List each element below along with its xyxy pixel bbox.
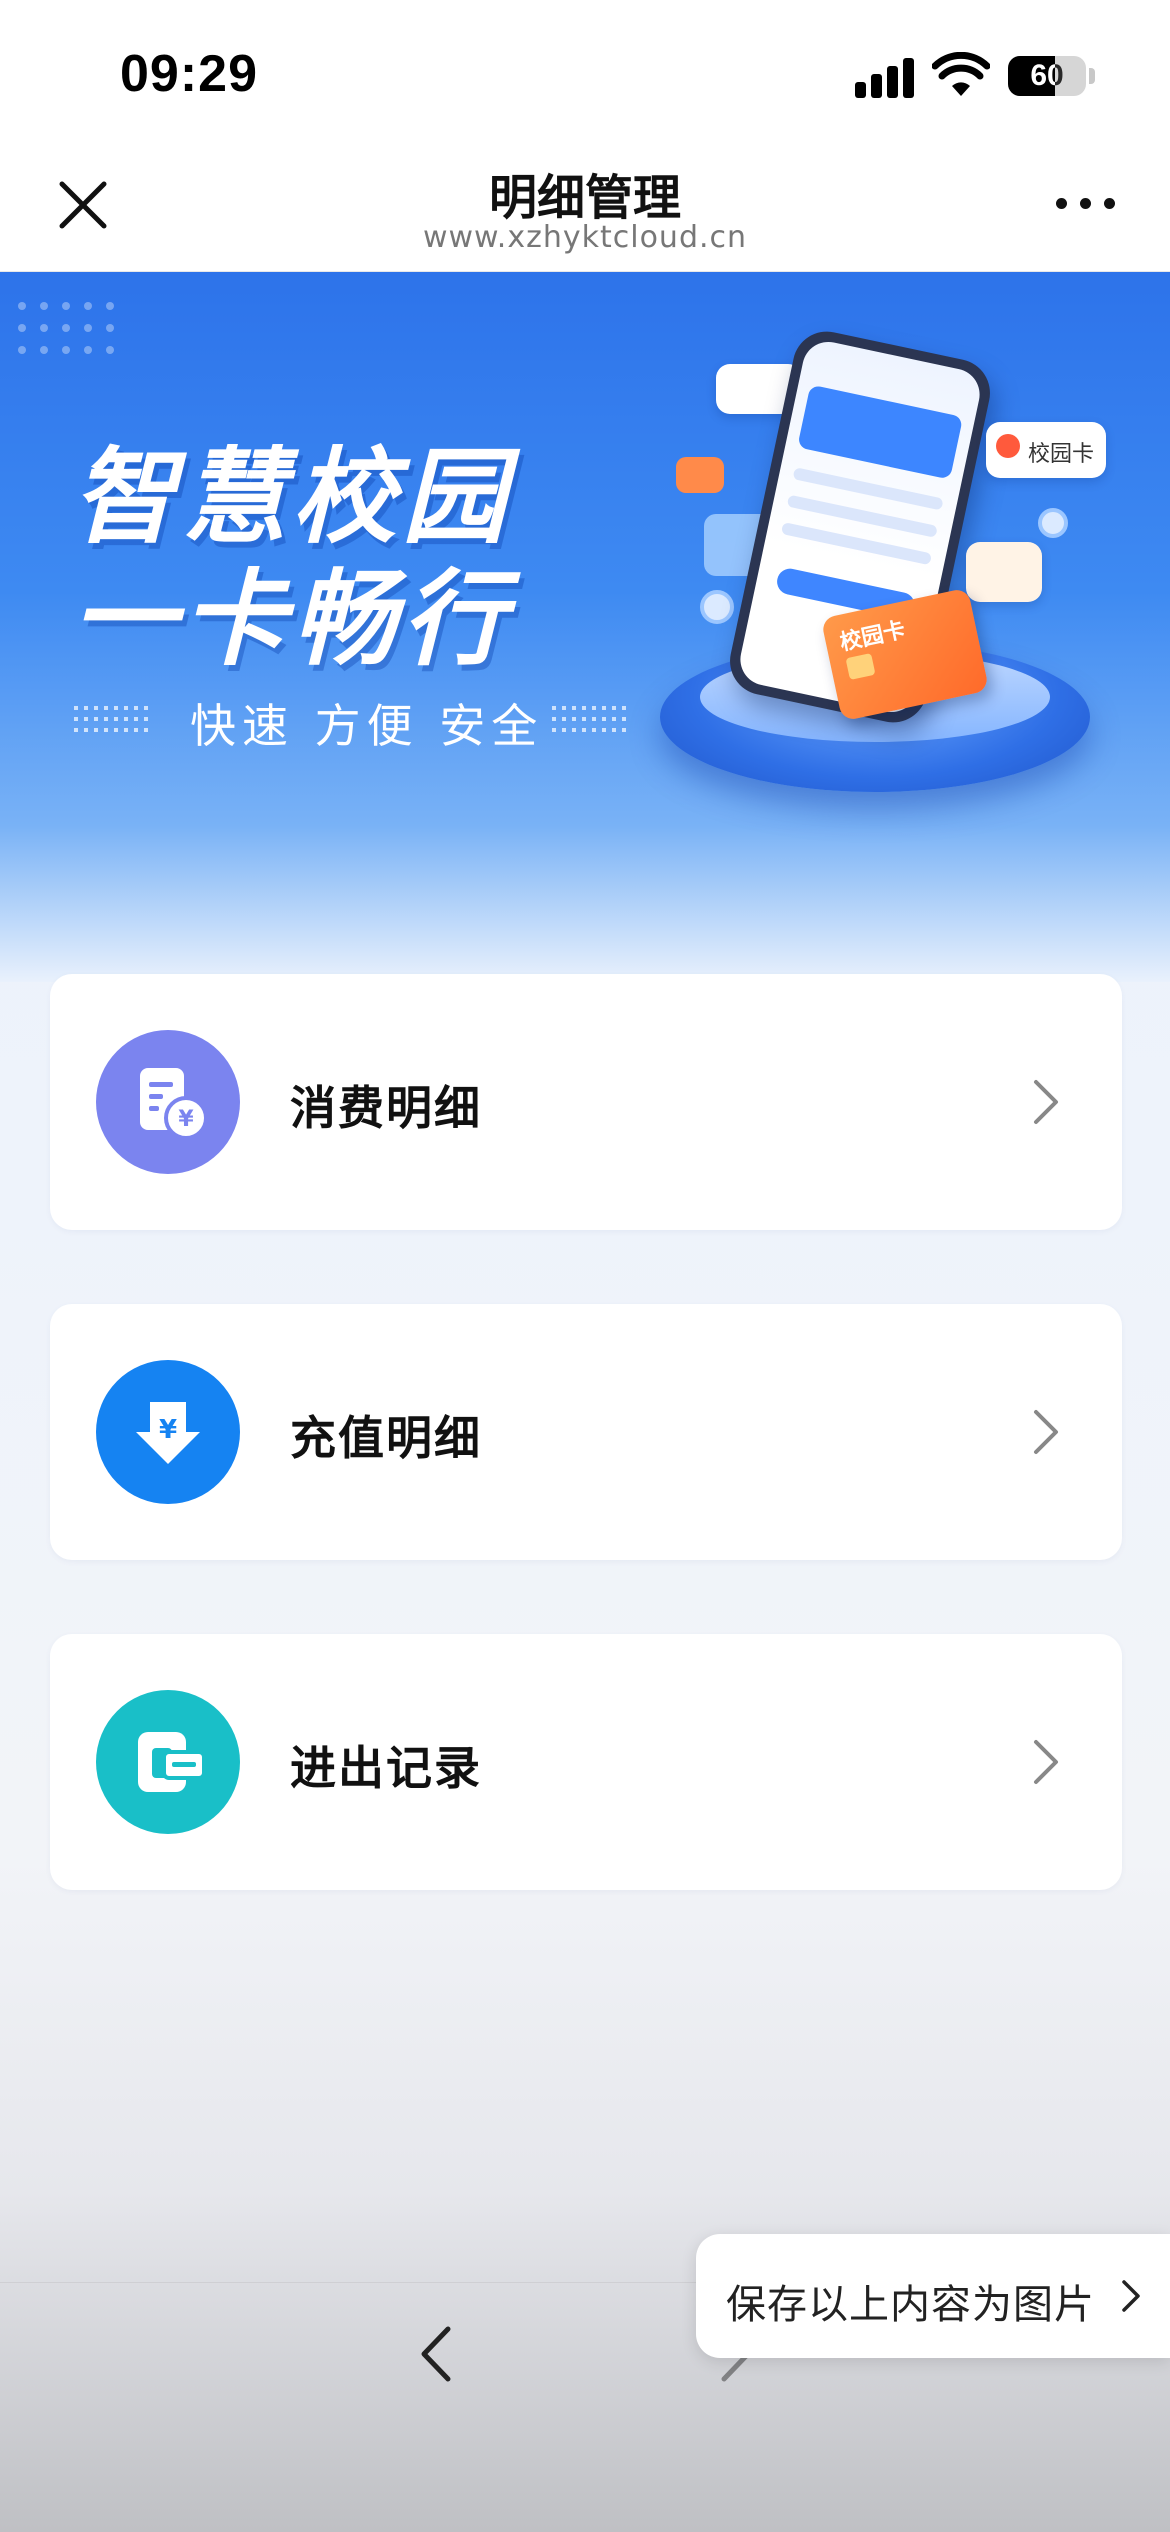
banner-title-line2: 一卡畅行	[72, 558, 513, 680]
status-bar: 09:29 60	[0, 0, 1170, 140]
entry-exit-records-item[interactable]: 进出记录	[50, 1634, 1122, 1890]
more-options-icon[interactable]	[1050, 184, 1122, 224]
promo-banner: 智慧校园 一卡畅行 快速 方便 安全 校园卡 校园卡	[0, 272, 1170, 982]
recharge-details-item[interactable]: ¥ 充值明细	[50, 1304, 1122, 1560]
page-title: 明细管理	[488, 170, 681, 226]
chevron-right-icon	[1122, 2280, 1140, 2312]
card-reader-icon	[96, 1690, 240, 1834]
gear-illustration-right	[1038, 508, 1068, 538]
decorative-dotline-right	[552, 706, 626, 732]
receipt-yuan-icon: ¥	[96, 1030, 240, 1174]
page-url: www.xzhyktcloud.cn	[422, 220, 748, 255]
menu-label: 消费明细	[290, 1081, 482, 1135]
decorative-dotline-left	[74, 706, 148, 732]
battery-level: 60	[1030, 59, 1064, 92]
back-arrow-icon[interactable]	[410, 2319, 460, 2389]
campus-card-bubble-text: 校园卡	[1028, 442, 1095, 467]
save-as-image-label: 保存以上内容为图片	[726, 2282, 1095, 2328]
gear-illustration	[700, 590, 734, 624]
banner-tagline: 快速 方便 安全	[190, 699, 544, 753]
wifi-icon	[932, 52, 990, 96]
chevron-right-icon	[1034, 1740, 1058, 1784]
yuan-download-icon: ¥	[96, 1360, 240, 1504]
orange-chat-illustration	[676, 457, 724, 493]
campus-card-label: 校园卡	[837, 617, 908, 656]
decorative-dots	[18, 302, 114, 354]
menu-label: 充值明细	[290, 1411, 482, 1465]
chevron-right-icon	[1034, 1080, 1058, 1124]
save-as-image-button[interactable]: 保存以上内容为图片	[696, 2234, 1170, 2358]
campus-card-bubble: 校园卡	[986, 422, 1106, 478]
battery-icon: 60	[1008, 56, 1086, 96]
menu-label: 进出记录	[290, 1741, 482, 1795]
chevron-right-icon	[1034, 1410, 1058, 1454]
main-content: 智慧校园 一卡畅行 快速 方便 安全 校园卡 校园卡 ¥ 消费明细 ¥ 充值明细…	[0, 272, 1170, 2532]
nav-bar: 明细管理 www.xzhyktcloud.cn	[0, 140, 1170, 272]
consumption-details-item[interactable]: ¥ 消费明细	[50, 974, 1122, 1230]
shop-illustration	[966, 542, 1042, 602]
cellular-signal-icon	[855, 58, 915, 98]
battery-cap	[1089, 68, 1095, 84]
svg-text:¥: ¥	[159, 1415, 177, 1445]
svg-text:¥: ¥	[178, 1107, 194, 1132]
status-time: 09:29	[120, 45, 258, 103]
